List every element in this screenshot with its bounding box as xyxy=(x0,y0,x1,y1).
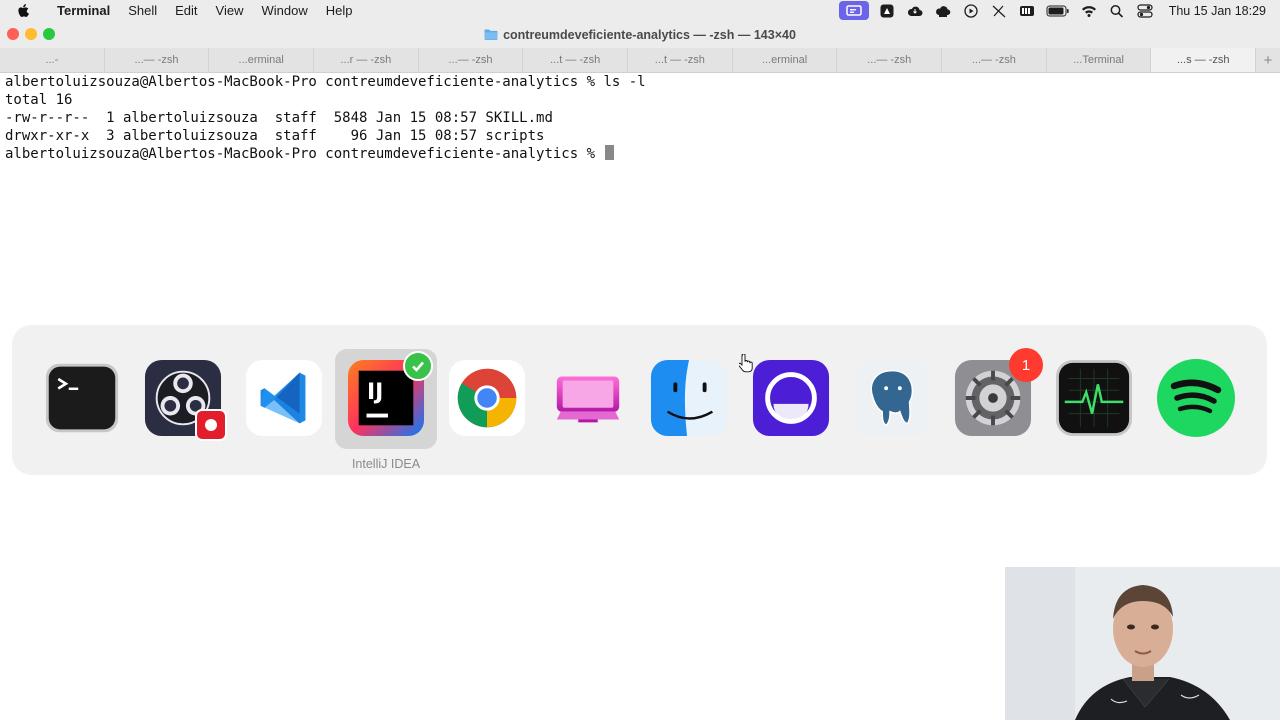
window-title: contreumdeveficiente-analytics — -zsh — … xyxy=(0,21,1280,48)
intellij-logo-text: IJ xyxy=(367,380,384,405)
app-screen-recorder[interactable] xyxy=(751,358,831,438)
wifi-icon[interactable] xyxy=(1079,3,1099,19)
app-finder[interactable] xyxy=(649,358,729,438)
hand-cursor-icon xyxy=(739,354,753,373)
terminal-line: -rw-r--r-- 1 albertoluizsouza staff 5848… xyxy=(5,110,553,126)
menu-app-terminal[interactable]: Terminal xyxy=(48,0,119,21)
terminal-tab[interactable]: ...erminal xyxy=(733,48,838,72)
recording-badge xyxy=(195,409,227,441)
terminal-line: drwxr-xr-x 3 albertoluizsouza staff 96 J… xyxy=(5,128,545,144)
tab-label: ...— -zsh xyxy=(448,54,493,66)
new-tab-button[interactable]: + xyxy=(1256,48,1280,72)
keyboard-icon[interactable] xyxy=(1017,3,1037,19)
terminal-line: total 16 xyxy=(5,92,73,108)
folder-icon xyxy=(484,29,498,40)
terminal-tab[interactable]: ...erminal xyxy=(209,48,315,72)
status-area: Thu 15 Jan 18:29 xyxy=(831,0,1266,21)
apple-icon[interactable] xyxy=(17,3,33,19)
webcam-overlay xyxy=(1005,567,1280,720)
app-spotify[interactable] xyxy=(1156,358,1236,438)
finder-icon xyxy=(650,359,728,437)
tab-label: ...erminal xyxy=(761,54,808,66)
terminal-tab[interactable]: ...— -zsh xyxy=(419,48,524,72)
pen-icon[interactable] xyxy=(989,3,1009,19)
tab-label: ...— -zsh xyxy=(867,54,912,66)
terminal-prompt: albertoluizsouza@Albertos-MacBook-Pro co… xyxy=(5,146,604,162)
chrome-icon xyxy=(448,359,526,437)
terminal-tab[interactable]: ...— -zsh xyxy=(942,48,1047,72)
app-switcher: IJ 1 IntelliJ IDEA xyxy=(13,326,1266,474)
app-indicator-icon[interactable] xyxy=(877,3,897,19)
app-activity-monitor[interactable] xyxy=(1054,358,1134,438)
cleanmymac-icon xyxy=(556,376,620,423)
search-icon[interactable] xyxy=(1107,3,1127,19)
terminal-icon xyxy=(45,363,119,433)
person-video-image xyxy=(1005,567,1280,720)
tab-label: ...s — -zsh xyxy=(1176,54,1230,66)
menu-help[interactable]: Help xyxy=(317,0,362,21)
screen-recorder-icon xyxy=(752,359,830,437)
window-titlebar[interactable]: contreumdeveficiente-analytics — -zsh — … xyxy=(0,21,1280,49)
spotify-icon xyxy=(1157,359,1235,437)
screen-share-icon[interactable] xyxy=(838,1,869,20)
pgadmin-icon xyxy=(853,359,931,437)
activity-monitor-icon xyxy=(1055,359,1133,437)
app-obs[interactable] xyxy=(143,358,227,441)
app-terminal[interactable] xyxy=(42,358,122,438)
window-title-text: contreumdeveficiente-analytics — -zsh — … xyxy=(503,27,796,42)
cloud-sync-icon[interactable] xyxy=(933,3,953,19)
vscode-icon xyxy=(245,359,323,437)
tab-bar: ...- ...— -zsh ...erminal ...r — -zsh ..… xyxy=(0,48,1280,73)
menu-window[interactable]: Window xyxy=(253,0,317,21)
selected-app-label: IntelliJ IDEA xyxy=(351,457,421,471)
terminal-tab[interactable]: ...r — -zsh xyxy=(314,48,419,72)
tab-label: ...t — -zsh xyxy=(654,54,705,66)
terminal-line: albertoluizsouza@Albertos-MacBook-Pro co… xyxy=(5,74,646,90)
app-pgadmin[interactable] xyxy=(852,358,932,438)
tab-label: ...Terminal xyxy=(1073,54,1124,66)
terminal-prompt-line[interactable]: albertoluizsouza@Albertos-MacBook-Pro co… xyxy=(5,145,615,163)
cloud-icon[interactable] xyxy=(905,3,925,19)
menu-edit[interactable]: Edit xyxy=(166,0,206,21)
battery-icon[interactable] xyxy=(1045,3,1071,19)
tab-label: ...— -zsh xyxy=(971,54,1016,66)
terminal-tab[interactable]: ...t — -zsh xyxy=(628,48,733,72)
terminal-tab-active[interactable]: ...s — -zsh xyxy=(1151,48,1257,72)
terminal-tab[interactable]: ...t — -zsh xyxy=(523,48,629,72)
checkmark-badge-icon xyxy=(403,351,433,381)
app-cleanmymac[interactable] xyxy=(548,358,628,438)
tab-label: ...- xyxy=(45,54,59,66)
app-vscode[interactable] xyxy=(244,358,324,438)
terminal-tab[interactable]: ...- xyxy=(0,48,105,72)
menu-clock[interactable]: Thu 15 Jan 18:29 xyxy=(1169,4,1266,18)
tab-label: ...r — -zsh xyxy=(340,54,392,66)
menu-shell[interactable]: Shell xyxy=(119,0,166,21)
play-icon[interactable] xyxy=(961,3,981,19)
menu-bar: Terminal Shell Edit View Window Help Thu… xyxy=(0,0,1280,21)
tab-label: ...t — -zsh xyxy=(550,54,601,66)
menu-view[interactable]: View xyxy=(207,0,253,21)
tab-label: ...erminal xyxy=(238,54,284,66)
terminal-tab[interactable]: ...— -zsh xyxy=(105,48,210,72)
control-center-icon[interactable] xyxy=(1135,3,1155,19)
app-chrome[interactable] xyxy=(447,358,527,438)
app-system-settings[interactable]: 1 xyxy=(953,348,1043,438)
app-intellij[interactable]: IJ xyxy=(346,351,433,438)
tab-label: ...— -zsh xyxy=(134,54,179,66)
terminal-tab[interactable]: ...Terminal xyxy=(1047,48,1152,72)
notification-count-badge: 1 xyxy=(1009,348,1043,382)
terminal-tab[interactable]: ...— -zsh xyxy=(837,48,943,72)
terminal-cursor xyxy=(605,145,615,160)
